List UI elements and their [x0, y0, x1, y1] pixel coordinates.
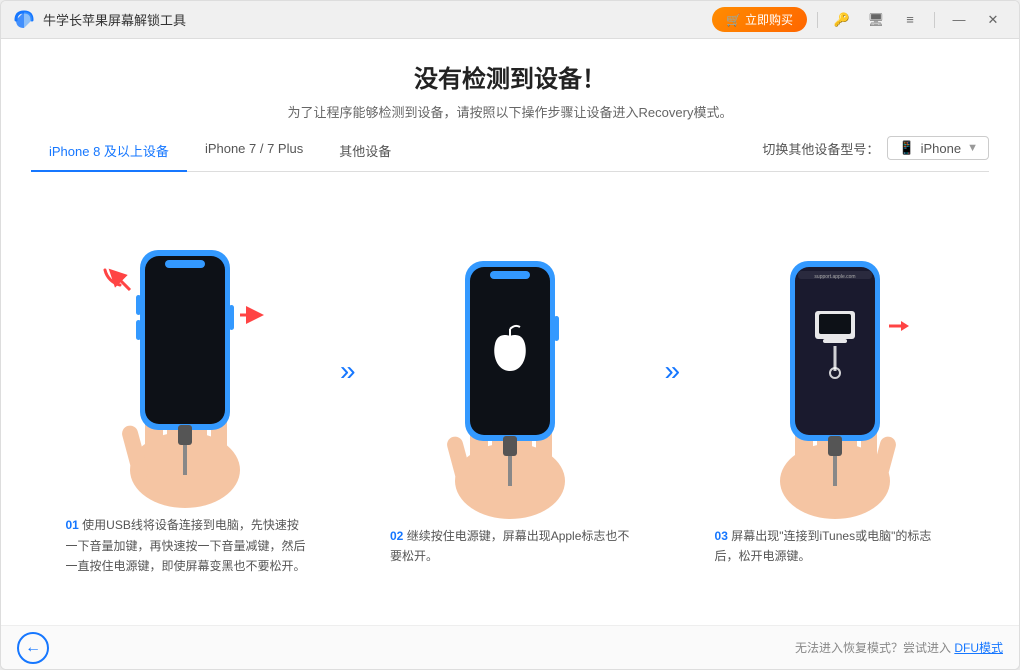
tab-iphone8[interactable]: iPhone 8 及以上设备 [31, 131, 187, 172]
tab-iphone7[interactable]: iPhone 7 / 7 Plus [187, 131, 321, 172]
footer-hint: 无法进入恢复模式？尝试进入 DFU模式 [795, 639, 1003, 656]
steps-area: 01 使用USB线将设备连接到电脑，先快速按一下音量加键，再快速按一下音量减键，… [31, 172, 989, 625]
step-3-image: support.apple.com [715, 236, 955, 526]
step-3: support.apple.com 03 屏幕出现"连接到iTunes或电脑"的… [680, 236, 989, 567]
step-3-num: 03 [715, 529, 728, 543]
step-2-text: 02 继续按住电源键，屏幕出现Apple标志也不要松开。 [380, 526, 640, 567]
dfu-link[interactable]: DFU模式 [954, 641, 1003, 655]
step-2-image:  [390, 236, 630, 526]
monitor-button[interactable]: 🖥 [862, 9, 890, 31]
tabs-row: iPhone 8 及以上设备 iPhone 7 / 7 Plus 其他设备 切换… [31, 131, 989, 172]
phone-icon: 📱 [898, 140, 914, 156]
content-area: 没有检测到设备！ 为了让程序能够检测到设备，请按照以下操作步骤让设备进入Reco… [1, 39, 1019, 625]
cart-icon: 🛒 [726, 13, 741, 27]
steps-images: 01 使用USB线将设备连接到电脑，先快速按一下音量加键，再快速按一下音量减键，… [31, 172, 989, 625]
arrow-2-3: » [664, 355, 680, 387]
tab-other[interactable]: 其他设备 [321, 131, 409, 172]
step-1-image [65, 225, 305, 515]
device-value: iPhone [921, 141, 961, 156]
step-1-desc: 使用USB线将设备连接到电脑，先快速按一下音量加键，再快速按一下音量减键，然后一… [65, 518, 305, 573]
back-button[interactable]: ← [17, 632, 49, 664]
step-1: 01 使用USB线将设备连接到电脑，先快速按一下音量加键，再快速按一下音量减键，… [31, 225, 340, 576]
tabs-left: iPhone 8 及以上设备 iPhone 7 / 7 Plus 其他设备 [31, 131, 409, 171]
device-selector[interactable]: 📱 iPhone ▼ [887, 136, 989, 160]
title-bar-left: 牛学长苹果屏幕解锁工具 [13, 9, 186, 31]
arrow-1-2: » [340, 355, 356, 387]
footer-bar: ← 无法进入恢复模式？尝试进入 DFU模式 [1, 625, 1019, 669]
step-2-num: 02 [390, 529, 403, 543]
divider2 [934, 12, 935, 28]
main-subtitle: 为了让程序能够检测到设备，请按照以下操作步骤让设备进入Recovery模式。 [31, 102, 989, 121]
key-button[interactable]: 🔑 [828, 9, 856, 31]
title-bar: 牛学长苹果屏幕解锁工具 🛒 立即购买 🔑 🖥 ≡ — ✕ [1, 1, 1019, 39]
app-logo [13, 9, 35, 31]
main-title: 没有检测到设备！ [31, 59, 989, 94]
app-window: 牛学长苹果屏幕解锁工具 🛒 立即购买 🔑 🖥 ≡ — ✕ 没有检测到设备！ 为了… [0, 0, 1020, 670]
step-2:  02 继 [356, 236, 665, 567]
device-selector-label: 切换其他设备型号： [762, 139, 879, 158]
close-button[interactable]: ✕ [979, 9, 1007, 31]
tabs-right: 切换其他设备型号： 📱 iPhone ▼ [762, 136, 989, 166]
step-3-text: 03 屏幕出现"连接到iTunes或电脑"的标志后，松开电源键。 [705, 526, 965, 567]
main-header: 没有检测到设备！ 为了让程序能够检测到设备，请按照以下操作步骤让设备进入Reco… [31, 39, 989, 131]
step-1-text: 01 使用USB线将设备连接到电脑，先快速按一下音量加键，再快速按一下音量减键，… [55, 515, 315, 576]
step-2-desc: 继续按住电源键，屏幕出现Apple标志也不要松开。 [390, 529, 629, 563]
title-bar-right: 🛒 立即购买 🔑 🖥 ≡ — ✕ [712, 7, 1007, 32]
app-title: 牛学长苹果屏幕解锁工具 [43, 10, 186, 29]
divider [817, 12, 818, 28]
chevron-down-icon: ▼ [967, 142, 978, 154]
minimize-button[interactable]: — [945, 9, 973, 31]
step-3-desc: 屏幕出现"连接到iTunes或电脑"的标志后，松开电源键。 [715, 529, 932, 563]
svg-text:support.apple.com: support.apple.com [814, 274, 855, 280]
menu-button[interactable]: ≡ [896, 9, 924, 31]
step-1-num: 01 [65, 518, 78, 532]
buy-button[interactable]: 🛒 立即购买 [712, 7, 807, 32]
